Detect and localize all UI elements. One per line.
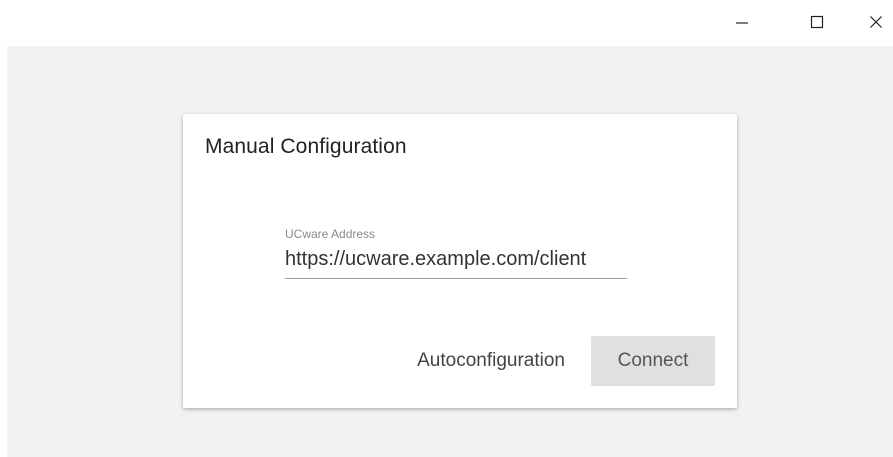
ucware-address-label: UCware Address: [285, 227, 376, 241]
dialog-title: Manual Configuration: [205, 135, 407, 158]
autoconfiguration-button[interactable]: Autoconfiguration: [403, 336, 579, 386]
ucware-address-field: UCware Address: [285, 226, 627, 279]
minimize-button[interactable]: [722, 6, 762, 38]
minimize-icon: [736, 22, 748, 24]
close-button[interactable]: [856, 6, 893, 38]
dialog-actions: Autoconfiguration Connect: [403, 336, 715, 386]
manual-configuration-card: Manual Configuration UCware Address Auto…: [183, 114, 737, 408]
connect-button[interactable]: Connect: [591, 336, 715, 386]
ucware-address-input[interactable]: [285, 242, 627, 279]
app-window: Manual Configuration UCware Address Auto…: [0, 0, 893, 457]
title-bar: [0, 0, 893, 46]
close-icon: [870, 16, 882, 28]
content-area: Manual Configuration UCware Address Auto…: [7, 46, 893, 457]
maximize-button[interactable]: [797, 6, 837, 38]
maximize-icon: [810, 15, 824, 29]
